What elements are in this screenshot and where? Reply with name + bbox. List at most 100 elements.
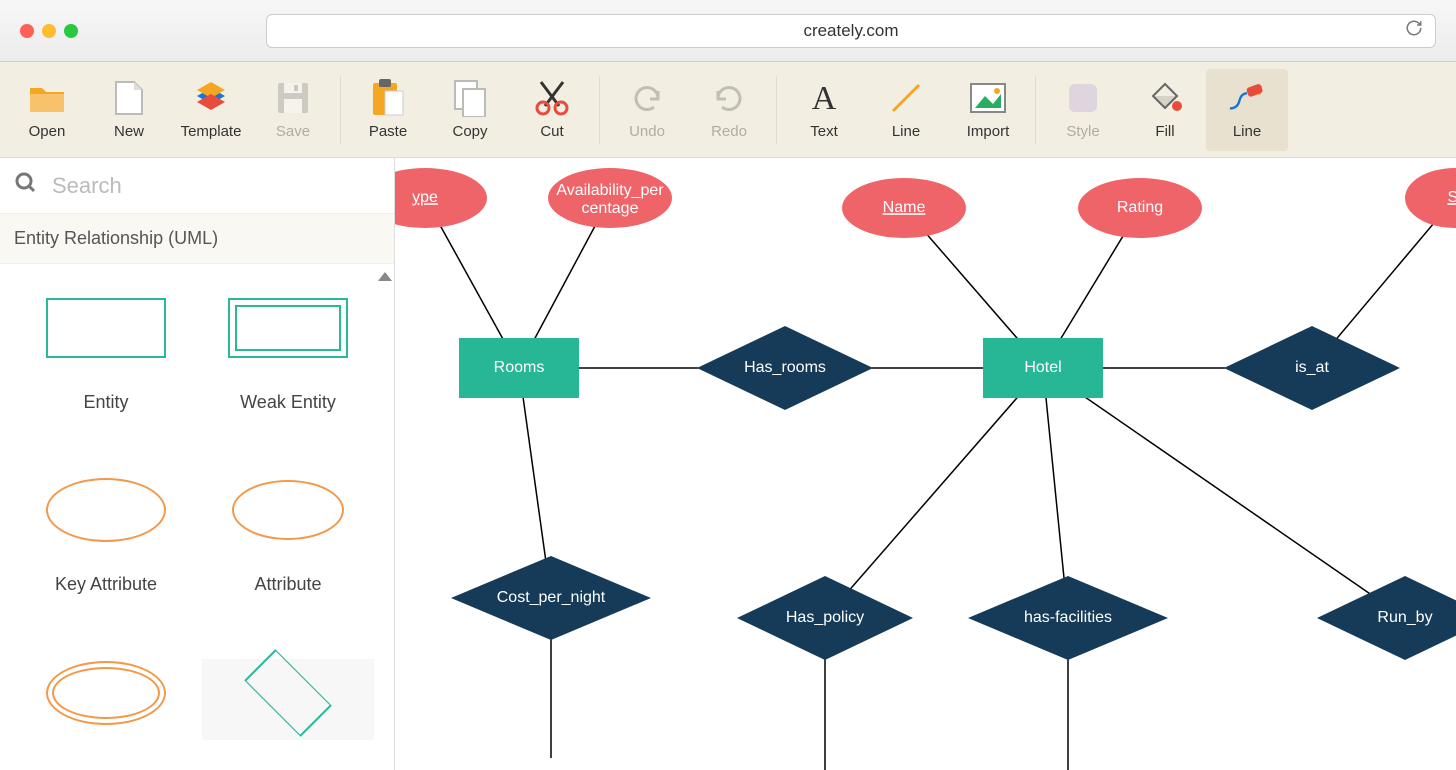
diagram-attribute-name[interactable]: Name: [842, 178, 966, 238]
line-format-button[interactable]: Line: [1206, 69, 1288, 151]
svg-text:ype: ype: [412, 189, 438, 206]
new-icon: [110, 79, 148, 117]
multivalued-attribute-preview-icon: [41, 659, 171, 727]
relationship-preview-icon: [223, 659, 353, 727]
shape-key-attribute[interactable]: Key Attribute: [20, 476, 192, 608]
svg-text:Rooms: Rooms: [494, 359, 545, 376]
entity-preview-icon: [41, 294, 171, 362]
shape-label: Attribute: [254, 574, 321, 595]
window-controls: [20, 24, 78, 38]
open-button[interactable]: Open: [6, 69, 88, 151]
shape-attribute[interactable]: Attribute: [202, 476, 374, 608]
diagram-entity-hotel[interactable]: Hotel: [983, 338, 1103, 398]
diagram-relationship-has_rooms[interactable]: Has_rooms: [697, 326, 873, 410]
tool-label: Undo: [629, 123, 665, 140]
tool-label: Line: [1233, 123, 1261, 140]
svg-text:centage: centage: [582, 200, 639, 217]
tool-label: Style: [1066, 123, 1099, 140]
cut-button[interactable]: Cut: [511, 69, 593, 151]
diagram-attribute-type[interactable]: ype: [395, 168, 487, 228]
redo-button: Redo: [688, 69, 770, 151]
diagram-relationship-has_policy[interactable]: Has_policy: [737, 576, 913, 660]
text-icon: A: [805, 79, 843, 117]
shape-multivalued-attribute[interactable]: [20, 659, 192, 740]
maximize-window-button[interactable]: [64, 24, 78, 38]
browser-titlebar: creately.com: [0, 0, 1456, 62]
diagram-canvas[interactable]: ype Availability_percentage Name Rating St Ro…: [395, 158, 1456, 770]
tool-label: New: [114, 123, 144, 140]
undo-icon: [628, 79, 666, 117]
import-icon: [969, 79, 1007, 117]
style-icon: [1064, 79, 1102, 117]
svg-text:St: St: [1447, 189, 1456, 206]
cut-icon: [533, 79, 571, 117]
save-icon: [274, 79, 312, 117]
fill-button[interactable]: Fill: [1124, 69, 1206, 151]
svg-text:Run_by: Run_by: [1377, 609, 1432, 626]
scroll-up-arrow-icon[interactable]: [378, 272, 392, 281]
copy-icon: [451, 79, 489, 117]
shape-palette: Entity Weak Entity Key Attribute Attribute: [0, 264, 394, 770]
svg-text:has-facilities: has-facilities: [1024, 609, 1112, 626]
close-window-button[interactable]: [20, 24, 34, 38]
svg-text:Name: Name: [883, 199, 926, 216]
tool-label: Line: [892, 123, 920, 140]
fill-icon: [1146, 79, 1184, 117]
svg-text:Rating: Rating: [1117, 199, 1163, 216]
diagram-attribute-st[interactable]: St: [1405, 168, 1456, 228]
shape-sidebar: Entity Relationship (UML) Entity Weak Ent…: [0, 158, 395, 770]
key-attribute-preview-icon: [41, 476, 171, 544]
toolbar: OpenNewTemplateSavePasteCopyCutUndoRedoA…: [0, 62, 1456, 158]
tool-label: Template: [181, 123, 242, 140]
minimize-window-button[interactable]: [42, 24, 56, 38]
diagram-entity-rooms[interactable]: Rooms: [459, 338, 579, 398]
search-icon: [14, 171, 38, 200]
diagram-relationship-is_at[interactable]: is_at: [1224, 326, 1400, 410]
tool-label: Fill: [1155, 123, 1174, 140]
line-tool-icon: [887, 79, 925, 117]
line-format-icon: [1228, 79, 1266, 117]
shape-label: Weak Entity: [240, 392, 336, 413]
search-input[interactable]: [52, 173, 380, 199]
diagram-relationship-has_facilities[interactable]: has-facilities: [968, 576, 1168, 660]
shape-label: Entity: [83, 392, 128, 413]
weak-entity-preview-icon: [223, 294, 353, 362]
tool-label: Copy: [452, 123, 487, 140]
copy-button[interactable]: Copy: [429, 69, 511, 151]
redo-icon: [710, 79, 748, 117]
er-diagram[interactable]: ype Availability_percentage Name Rating St Ro…: [395, 158, 1456, 770]
template-button[interactable]: Template: [170, 69, 252, 151]
shape-entity[interactable]: Entity: [20, 294, 192, 426]
tool-label: Cut: [540, 123, 563, 140]
tool-label: Text: [810, 123, 838, 140]
svg-text:is_at: is_at: [1295, 359, 1329, 376]
attribute-preview-icon: [223, 476, 353, 544]
reload-icon[interactable]: [1405, 19, 1423, 42]
search-row: [0, 158, 394, 214]
undo-button: Undo: [606, 69, 688, 151]
diagram-relationship-run_by[interactable]: Run_by: [1317, 576, 1456, 660]
new-button[interactable]: New: [88, 69, 170, 151]
url-bar[interactable]: creately.com: [266, 14, 1436, 48]
shape-weak-entity[interactable]: Weak Entity: [202, 294, 374, 426]
diagram-attribute-rating[interactable]: Rating: [1078, 178, 1202, 238]
svg-text:Hotel: Hotel: [1024, 359, 1061, 376]
tool-label: Paste: [369, 123, 407, 140]
paste-button[interactable]: Paste: [347, 69, 429, 151]
text-button[interactable]: A Text: [783, 69, 865, 151]
tool-label: Redo: [711, 123, 747, 140]
diagram-edge[interactable]: [825, 368, 1043, 618]
template-icon: [192, 79, 230, 117]
tool-label: Open: [29, 123, 66, 140]
category-label: Entity Relationship (UML): [14, 228, 218, 249]
diagram-relationship-cost_per_night[interactable]: Cost_per_night: [451, 556, 651, 640]
diagram-edge[interactable]: [1043, 368, 1405, 618]
shape-relationship[interactable]: [202, 659, 374, 740]
paste-icon: [369, 79, 407, 117]
shape-label: Key Attribute: [55, 574, 157, 595]
import-button[interactable]: Import: [947, 69, 1029, 151]
line-tool-button[interactable]: Line: [865, 69, 947, 151]
style-button: Style: [1042, 69, 1124, 151]
shape-category-header[interactable]: Entity Relationship (UML): [0, 214, 394, 264]
diagram-attribute-avail[interactable]: Availability_percentage: [548, 168, 672, 228]
